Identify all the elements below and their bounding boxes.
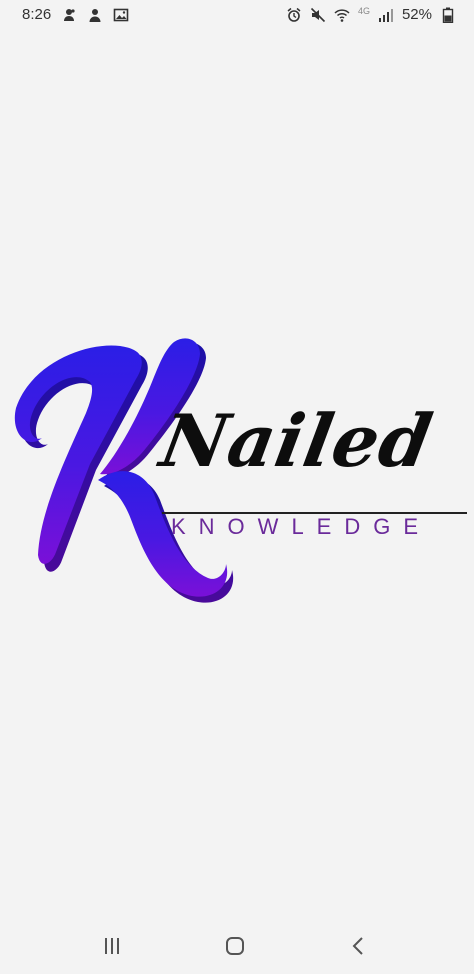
logo-word: Nailed [154,398,439,483]
splash-screen: 8:26 4G 52% Nailed KNOWLEDGE [0,0,474,974]
logo-k-icon [14,338,234,603]
system-nav-bar [0,918,474,974]
back-button[interactable] [338,928,378,964]
home-button[interactable] [215,928,255,964]
back-icon [350,936,366,956]
recents-icon [102,937,122,955]
home-icon [225,936,245,956]
logo-subtitle: KNOWLEDGE [171,514,432,539]
recents-button[interactable] [92,928,132,964]
